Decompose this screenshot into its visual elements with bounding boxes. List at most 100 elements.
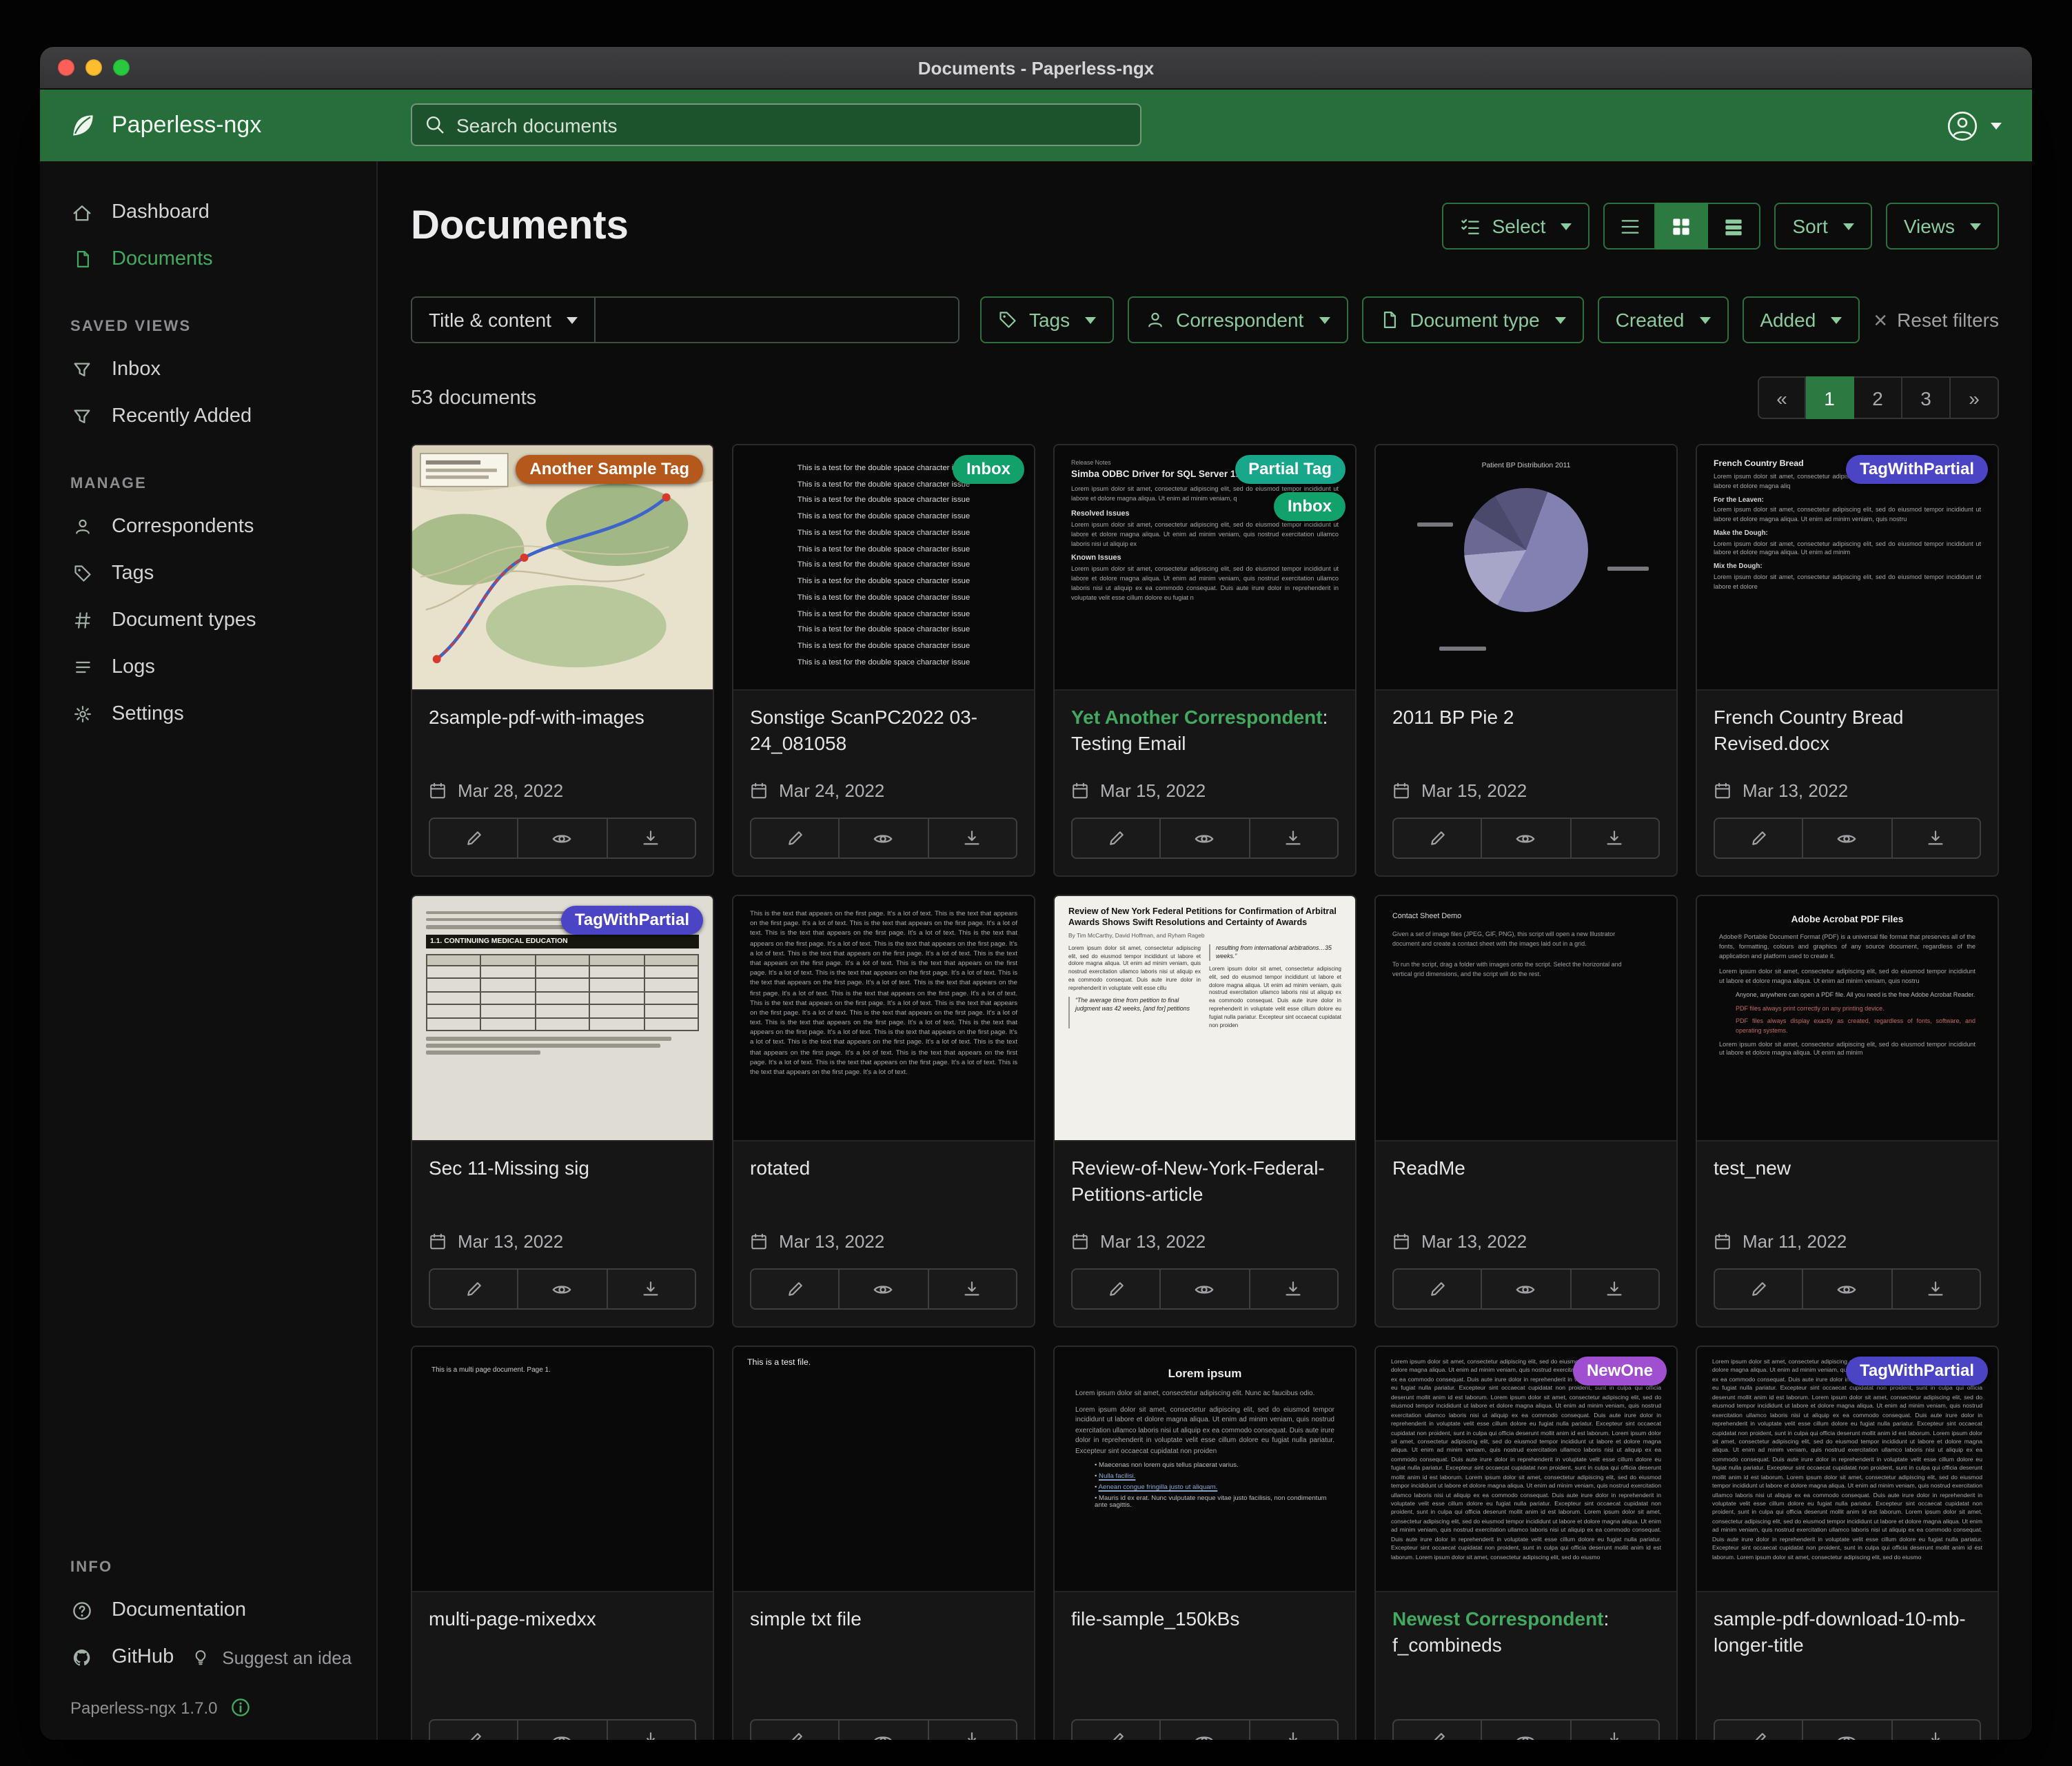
document-thumbnail[interactable]: French Country Bread Lorem ipsum dolor s… — [1697, 445, 1998, 691]
document-title[interactable]: Yet Another Correspondent: Testing Email — [1071, 704, 1339, 757]
download-button[interactable] — [927, 1721, 1016, 1740]
zoom-window-button[interactable] — [113, 59, 130, 76]
document-title[interactable]: Sec 11-Missing sig — [429, 1155, 696, 1208]
document-title[interactable]: Newest Correspondent: f_combineds — [1392, 1606, 1660, 1658]
document-thumbnail[interactable]: This is the text that appears on the fir… — [733, 896, 1034, 1141]
correspondent-filter-button[interactable]: Correspondent — [1128, 296, 1348, 343]
view-button[interactable] — [1160, 1721, 1249, 1740]
document-card[interactable]: 1.1. CONTINUING MEDICAL EDUCATION TagWit… — [411, 895, 714, 1328]
document-card[interactable]: Adobe Acrobat PDF Files Adobe® Portable … — [1696, 895, 1999, 1328]
download-button[interactable] — [1570, 1721, 1658, 1740]
document-thumbnail[interactable]: Lorem ipsum Lorem ipsum dolor sit amet, … — [1055, 1347, 1355, 1592]
page-1-button[interactable]: 1 — [1806, 376, 1854, 419]
tag-badge[interactable]: TagWithPartial — [1846, 455, 1988, 484]
tag-badge[interactable]: Another Sample Tag — [516, 455, 703, 484]
edit-button[interactable] — [1394, 1270, 1481, 1308]
document-title[interactable]: 2sample-pdf-with-images — [429, 704, 696, 757]
document-card[interactable]: Patient BP Distribution 2011 2011 BP Pie… — [1374, 444, 1678, 877]
tag-badge[interactable]: TagWithPartial — [1846, 1357, 1988, 1386]
download-button[interactable] — [927, 819, 1016, 857]
view-button[interactable] — [839, 819, 928, 857]
view-grid-button[interactable] — [1656, 203, 1708, 250]
download-button[interactable] — [1891, 1270, 1980, 1308]
document-thumbnail[interactable]: Lorem ipsum dolor sit amet, consectetur … — [1697, 1347, 1998, 1592]
view-button[interactable] — [1160, 819, 1249, 857]
edit-button[interactable] — [1394, 1721, 1481, 1740]
edit-button[interactable] — [430, 819, 518, 857]
edit-button[interactable] — [751, 1721, 839, 1740]
document-card[interactable]: Another Sample Tag 2sample-pdf-with-imag… — [411, 444, 714, 877]
document-card[interactable]: Lorem ipsum Lorem ipsum dolor sit amet, … — [1053, 1346, 1357, 1740]
download-button[interactable] — [606, 1721, 695, 1740]
edit-button[interactable] — [1715, 1721, 1802, 1740]
tag-badge[interactable]: NewOne — [1573, 1357, 1667, 1386]
document-title[interactable]: French Country Bread Revised.docx — [1714, 704, 1981, 757]
document-card[interactable]: This is the text that appears on the fir… — [732, 895, 1035, 1328]
sidebar-item-correspondents[interactable]: Correspondents — [40, 503, 376, 550]
view-button[interactable] — [1802, 819, 1891, 857]
download-button[interactable] — [927, 1270, 1016, 1308]
tags-filter-button[interactable]: Tags — [981, 296, 1114, 343]
view-button[interactable] — [1481, 819, 1570, 857]
download-button[interactable] — [1891, 819, 1980, 857]
document-card[interactable]: Review of New York Federal Petitions for… — [1053, 895, 1357, 1328]
sidebar-item-document-types[interactable]: Document types — [40, 597, 376, 644]
document-title[interactable]: Review-of-New-York-Federal-Petitions-art… — [1071, 1155, 1339, 1208]
close-window-button[interactable] — [58, 59, 74, 76]
download-button[interactable] — [1248, 819, 1337, 857]
edit-button[interactable] — [1073, 1270, 1160, 1308]
document-card[interactable]: Release Notes Simba ODBC Driver for SQL … — [1053, 444, 1357, 877]
view-list-button[interactable] — [1603, 203, 1656, 250]
minimize-window-button[interactable] — [85, 59, 102, 76]
download-button[interactable] — [606, 1270, 695, 1308]
document-title[interactable]: simple txt file — [750, 1606, 1017, 1658]
sidebar-item-logs[interactable]: Logs — [40, 644, 376, 691]
sidebar-item-inbox[interactable]: Inbox — [40, 346, 376, 393]
sidebar-item-settings[interactable]: Settings — [40, 691, 376, 738]
document-thumbnail[interactable]: This is a test file. — [733, 1347, 1034, 1592]
view-button[interactable] — [1160, 1270, 1249, 1308]
titlebar[interactable]: Documents - Paperless-ngx — [40, 47, 2032, 90]
sidebar-item-documentation[interactable]: Documentation — [40, 1587, 376, 1634]
page-next-button[interactable]: » — [1951, 376, 1999, 419]
view-button[interactable] — [839, 1721, 928, 1740]
tag-badge[interactable]: TagWithPartial — [561, 906, 703, 935]
search-input[interactable] — [456, 114, 1128, 136]
document-thumbnail[interactable]: Lorem ipsum dolor sit amet, consectetur … — [1376, 1347, 1676, 1592]
page-2-button[interactable]: 2 — [1854, 376, 1902, 419]
page-prev-button[interactable]: « — [1758, 376, 1806, 419]
document-title[interactable]: 2011 BP Pie 2 — [1392, 704, 1660, 757]
document-title[interactable]: file-sample_150kBs — [1071, 1606, 1339, 1658]
view-button[interactable] — [518, 819, 607, 857]
document-thumbnail[interactable]: Contact Sheet Demo Given a set of image … — [1376, 896, 1676, 1141]
sidebar-item-recently-added[interactable]: Recently Added — [40, 393, 376, 440]
app-brand[interactable]: Paperless-ngx — [40, 110, 261, 141]
view-button[interactable] — [1802, 1270, 1891, 1308]
view-button[interactable] — [839, 1270, 928, 1308]
document-thumbnail[interactable]: 1.1. CONTINUING MEDICAL EDUCATION TagWit… — [412, 896, 713, 1141]
document-thumbnail[interactable]: This is a multi page document. Page 1. — [412, 1347, 713, 1592]
document-thumbnail[interactable]: Another Sample Tag — [412, 445, 713, 691]
document-title[interactable]: sample-pdf-download-10-mb-longer-title — [1714, 1606, 1981, 1658]
document-title[interactable]: multi-page-mixedxx — [429, 1606, 696, 1658]
document-title[interactable]: ReadMe — [1392, 1155, 1660, 1208]
document-thumbnail[interactable]: Review of New York Federal Petitions for… — [1055, 896, 1355, 1141]
sidebar-item-documents[interactable]: Documents — [40, 236, 376, 283]
document-card[interactable]: Contact Sheet Demo Given a set of image … — [1374, 895, 1678, 1328]
tag-badge[interactable]: Inbox — [953, 455, 1024, 484]
document-card[interactable]: Lorem ipsum dolor sit amet, consectetur … — [1696, 1346, 1999, 1740]
sort-button[interactable]: Sort — [1774, 203, 1871, 250]
document-title[interactable]: test_new — [1714, 1155, 1981, 1208]
document-card[interactable]: This is a multi page document. Page 1. m… — [411, 1346, 714, 1740]
info-circle-icon[interactable] — [230, 1697, 250, 1718]
download-button[interactable] — [1248, 1270, 1337, 1308]
reset-filters-button[interactable]: × Reset filters — [1873, 308, 1999, 332]
title-content-input[interactable] — [596, 296, 959, 343]
page-3-button[interactable]: 3 — [1902, 376, 1951, 419]
views-button[interactable]: Views — [1886, 203, 1999, 250]
view-button[interactable] — [1481, 1270, 1570, 1308]
edit-button[interactable] — [751, 819, 839, 857]
document-card[interactable]: This is a test for the double space char… — [732, 444, 1035, 877]
user-menu[interactable] — [1947, 110, 2032, 141]
document-card[interactable]: This is a test file. simple txt file — [732, 1346, 1035, 1740]
